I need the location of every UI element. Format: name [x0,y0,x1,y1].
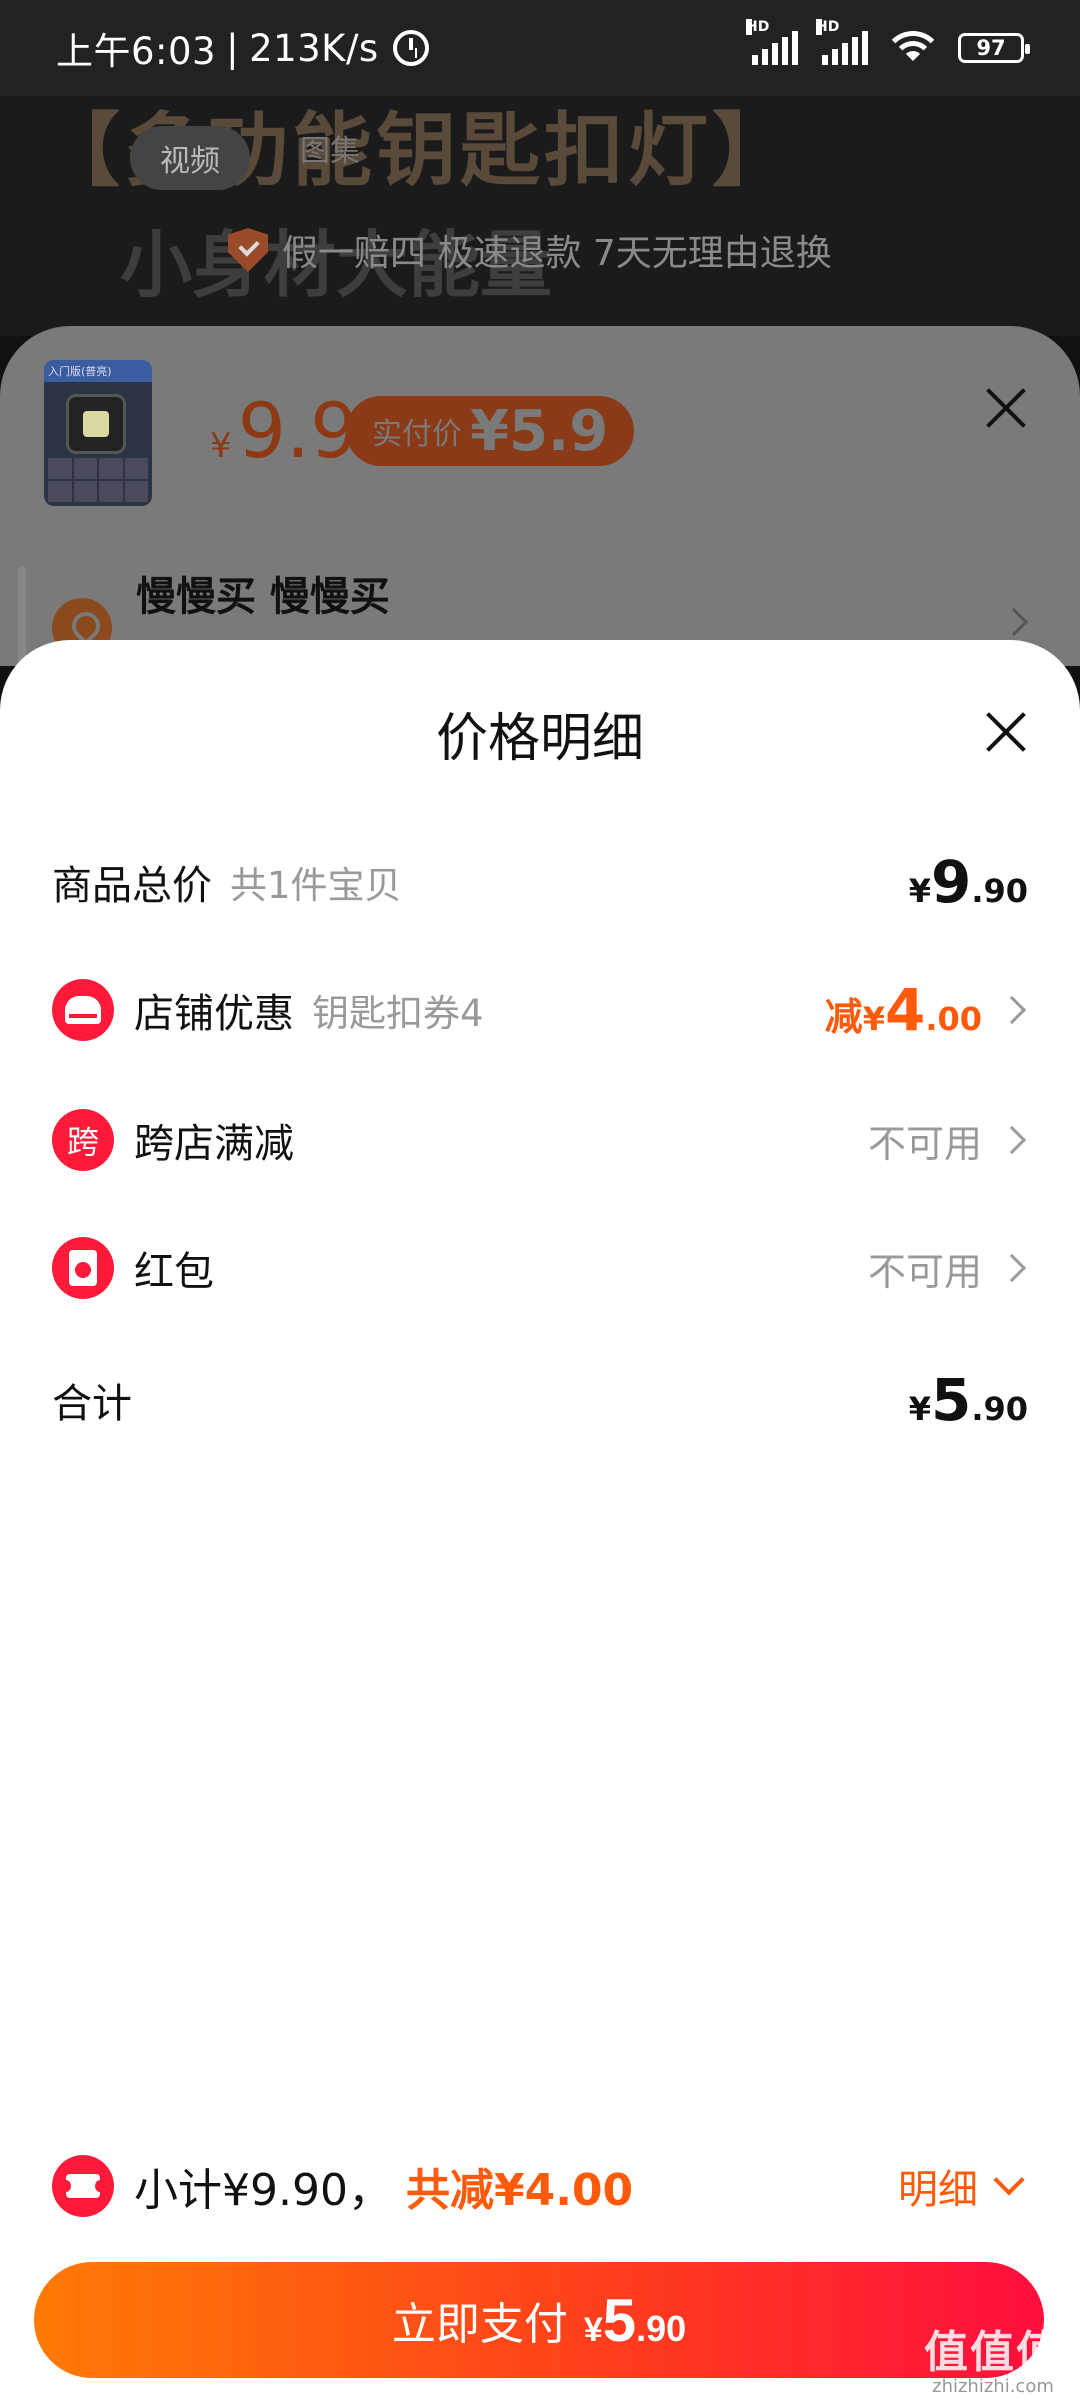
amount-dec: .00 [925,1000,982,1038]
sku-sheet: 入门版(普亮) ¥ 9.9 实付价 ¥5.9 慢慢买 慢慢买 [0,326,1080,666]
row-label: 跨店满减 [134,1121,294,1167]
sku-close-icon[interactable] [984,386,1028,430]
price-detail-sheet: 价格明细 商品总价 共1件宝贝 ¥ 9 .90 店铺优惠 钥匙扣券4 减 ¥ 4… [0,640,1080,2400]
amount-dec: .90 [971,1390,1028,1428]
yen-symbol: ¥ [908,872,931,910]
summary-bar: 小计¥9.90， 共减¥4.00 明细 [52,2146,1028,2226]
row-value: 减 ¥ 4 .00 [825,976,1028,1044]
status-bar: 上午6:03 | 213K/s HD HD 97 [0,0,1080,96]
thumb-grid [48,458,148,502]
bg-tabs: 视频 图集 [130,126,360,190]
keychain-light-image [66,394,126,454]
row-value: 不可用 [868,1241,1028,1296]
guarantee-text: 假一赔四 极速退款 7天无理由退换 [282,233,832,274]
cross-store-icon: 跨 [52,1109,114,1171]
hd-label: HD [816,19,840,35]
address-text[interactable]: 慢慢买 慢慢买 [136,564,390,622]
coupon-icon [52,2155,114,2217]
subtotal-text: 小计¥9.90， [134,2165,392,2216]
detail-toggle-label: 明细 [898,2167,978,2213]
row-label: 店铺优惠 [134,991,294,1037]
pay-amount: ¥ 5 .90 [584,2286,686,2355]
grand-total-amount: ¥ 5 .90 [909,1366,1028,1434]
sku-price-value: 9.9 [237,386,359,475]
row-label: 红包 [134,1249,214,1295]
amount-dec: .90 [636,2307,687,2349]
amount-int: 5 [602,2286,637,2354]
actual-price-tag: 实付价 ¥5.9 [346,396,635,466]
row-grand-total: 合计 ¥ 5 .90 [52,1360,1028,1440]
amount-int: 4 [884,976,926,1044]
reduce-prefix: 减 [824,995,863,1039]
guarantee-banner: 假一赔四 极速退款 7天无理由退换 [228,224,832,276]
hd-label: HD [746,19,770,35]
status-left: 上午6:03 | 213K/s [56,21,429,75]
status-right: HD HD 97 [746,19,1030,65]
store-icon [52,979,114,1041]
total-amount: ¥ 9 .90 [909,848,1028,916]
shield-icon [228,228,268,272]
chevron-right-icon [997,1253,1027,1283]
watermark: 值值值 zhizhizhi.com [924,2316,1062,2397]
status-speed: 213K/s [249,26,379,70]
unavailable-text: 不可用 [867,1121,982,1166]
row-store-discount[interactable]: 店铺优惠 钥匙扣券4 减 ¥ 4 .00 [52,970,1028,1050]
row-label: 合计 [52,1381,132,1427]
row-value: ¥ 5 .90 [909,1366,1028,1434]
pay-now-button[interactable]: 立即支付 ¥ 5 .90 [34,2262,1044,2378]
amount-dec: .90 [971,872,1028,910]
thumb-label: 入门版(普亮) [44,360,152,382]
actual-price-value: ¥5.9 [470,398,609,464]
row-sub: 钥匙扣券4 [312,992,484,1035]
actual-price-label: 实付价 [372,417,462,452]
row-sub: 共1件宝贝 [230,864,402,907]
chevron-right-icon [997,995,1027,1025]
yen-symbol: ¥ [908,1390,931,1428]
detail-toggle[interactable]: 明细 [898,2157,1028,2215]
discount-amount: 减 ¥ 4 .00 [825,976,982,1044]
row-total-price: 商品总价 共1件宝贝 ¥ 9 .90 [52,842,1028,922]
wifi-icon [890,31,936,65]
tab-gallery: 图集 [300,134,360,169]
total-reduce-text: 共减¥4.00 [405,2165,634,2216]
battery-level: 97 [976,36,1006,60]
yen-symbol: ¥ [862,1000,885,1038]
yen-symbol: ¥ [583,2310,603,2349]
amount-int: 5 [930,1366,972,1434]
alarm-icon [392,30,429,66]
status-divider: | [226,26,240,70]
tab-video: 视频 [130,126,250,190]
row-value: 不可用 [868,1113,1028,1168]
product-thumbnail: 入门版(普亮) [44,360,152,506]
cell-signal-icon-1: HD [746,19,798,65]
chevron-right-icon [997,1125,1027,1155]
background-product-page: 【多功能钥匙扣灯】 视频 图集 小身材大能量 假一赔四 极速退款 7天无理由退换 [0,96,1080,336]
status-time: 上午6:03 [56,30,217,73]
watermark-url: zhizhizhi.com [932,2376,1054,2397]
row-red-packet[interactable]: 红包 不可用 [52,1228,1028,1308]
row-label: 商品总价 [52,863,212,909]
row-value: ¥ 9 .90 [909,848,1028,916]
chevron-down-icon [993,2164,1025,2196]
pay-label: 立即支付 [391,2300,568,2349]
battery-icon: 97 [958,33,1030,63]
sheet-title: 价格明细 [435,709,644,769]
red-packet-icon [52,1237,114,1299]
sku-price: ¥ 9.9 [210,386,359,475]
close-icon[interactable] [984,710,1028,754]
cell-signal-icon-2: HD [816,19,868,65]
row-cross-store[interactable]: 跨 跨店满减 不可用 [52,1100,1028,1180]
unavailable-text: 不可用 [867,1249,982,1294]
watermark-logo: 值值值 [924,2327,1062,2378]
sku-price-yen: ¥ [210,426,232,466]
chevron-right-icon [999,607,1029,637]
amount-int: 9 [930,848,972,916]
